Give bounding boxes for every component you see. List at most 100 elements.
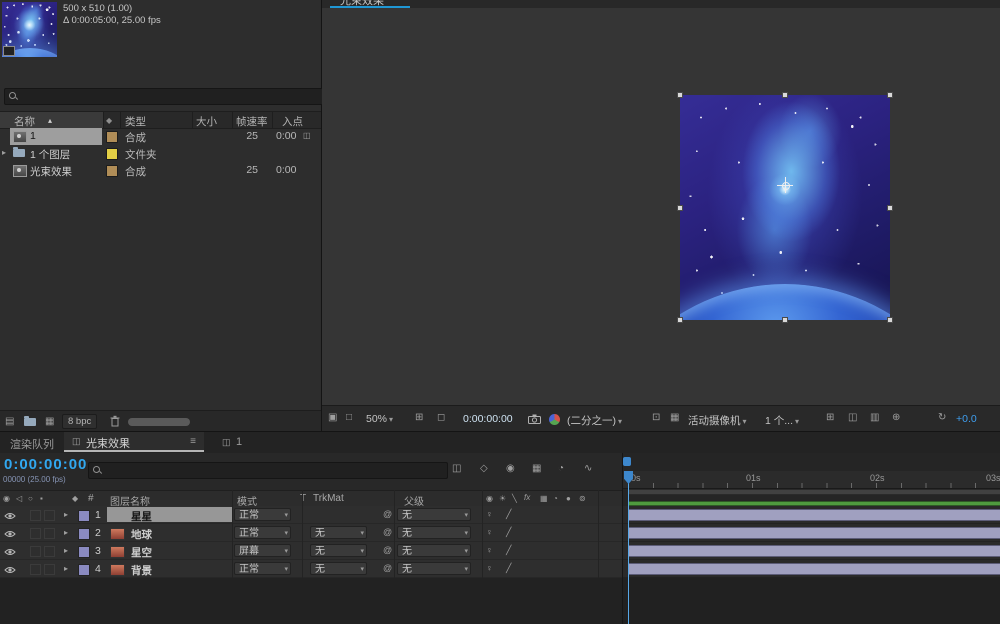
layer-label-color[interactable] — [78, 546, 90, 558]
expander-icon[interactable]: ▸ — [64, 565, 68, 573]
handle-middle-left[interactable] — [677, 205, 683, 211]
audio-toggle[interactable] — [30, 546, 41, 557]
quality-switch-icon[interactable]: ╱ — [506, 546, 511, 555]
quality-switch-icon[interactable]: ╱ — [506, 528, 511, 537]
trkmat-dropdown[interactable]: 无▾ — [310, 562, 367, 575]
layer-row[interactable]: ▸ 3 星空 屏幕▾ 无▾ @ 无▾ ♀ ╱ — [0, 542, 622, 560]
trkmat-dropdown[interactable]: 无▾ — [310, 526, 367, 539]
snapshot-camera-icon[interactable] — [528, 414, 541, 427]
column-in[interactable]: 入点 — [282, 114, 303, 129]
handle-top-left[interactable] — [677, 92, 683, 98]
mask-visibility-icon[interactable]: ◻ — [437, 413, 445, 423]
pick-whip-icon[interactable]: ♀ — [486, 564, 493, 573]
expander-icon[interactable]: ▸ — [64, 511, 68, 519]
blend-mode-dropdown[interactable]: 正常▾ — [234, 508, 291, 521]
mini-flowchart-icon[interactable]: ◫ — [452, 464, 461, 474]
expander-icon[interactable]: ▸ — [64, 529, 68, 537]
project-row[interactable]: 光束效果 合成 25 0:00 — [0, 162, 321, 179]
sort-asc-icon[interactable]: ▴ — [48, 116, 52, 125]
project-scrollbar[interactable] — [128, 418, 190, 426]
blend-mode-dropdown[interactable]: 屏幕▾ — [234, 544, 291, 557]
bit-depth-button[interactable]: 8 bpc — [62, 414, 97, 429]
parent-dropdown[interactable]: 无▾ — [397, 508, 471, 521]
expander-icon[interactable]: ▸ — [2, 149, 6, 157]
label-color-swatch[interactable] — [106, 148, 118, 160]
eye-icon[interactable] — [4, 529, 16, 541]
project-search[interactable] — [4, 88, 325, 105]
column-type[interactable]: 类型 — [125, 114, 146, 129]
column-size[interactable]: 大小 — [196, 114, 217, 129]
resolution-dropdown[interactable]: (二分之一)▾ — [567, 413, 622, 428]
eye-icon[interactable] — [4, 511, 16, 523]
project-row[interactable]: 1 合成 25 0:00 ◫ — [0, 128, 321, 145]
parent-dropdown[interactable]: 无▾ — [397, 526, 471, 539]
pick-whip-icon[interactable]: ♀ — [486, 510, 493, 519]
tab-composition-2[interactable]: 1 — [236, 436, 242, 448]
composition-image[interactable] — [680, 95, 890, 320]
grid-guides-icon[interactable]: ⊞ — [415, 413, 423, 423]
layer-label-color[interactable] — [78, 528, 90, 540]
quality-switch-icon[interactable]: ╱ — [506, 510, 511, 519]
pick-whip-icon[interactable]: ♀ — [486, 546, 493, 555]
layer-duration-bar[interactable] — [628, 527, 1000, 539]
region-of-interest-icon[interactable]: ⊡ — [652, 413, 660, 423]
audio-toggle[interactable] — [30, 510, 41, 521]
solo-toggle[interactable] — [44, 528, 55, 539]
handle-bottom-left[interactable] — [677, 317, 683, 323]
label-color-swatch[interactable] — [106, 131, 118, 143]
timeline-search[interactable] — [88, 462, 448, 479]
draft-3d-icon[interactable]: ◇ — [480, 464, 488, 474]
tab-render-queue[interactable]: 渲染队列 — [10, 436, 54, 452]
frame-blend-icon[interactable]: ▦ — [532, 464, 541, 474]
preview-timecode[interactable]: 0:00:00:00 — [463, 413, 513, 425]
column-trkmat[interactable]: TrkMat — [313, 493, 344, 504]
parent-dropdown[interactable]: 无▾ — [397, 544, 471, 557]
main-view-icon[interactable]: □ — [346, 413, 352, 423]
trkmat-dropdown[interactable]: 无▾ — [310, 544, 367, 557]
label-color-swatch[interactable] — [106, 165, 118, 177]
handle-top-center[interactable] — [782, 92, 788, 98]
timeline-button-icon[interactable]: ▥ — [870, 413, 879, 423]
layer-duration-bar[interactable] — [628, 509, 1000, 521]
label-column-icon[interactable]: ◆ — [106, 116, 112, 125]
parent-pick-whip-icon[interactable]: @ — [383, 528, 392, 537]
audio-toggle[interactable] — [30, 528, 41, 539]
fast-preview-icon[interactable]: ◫ — [848, 413, 857, 423]
handle-bottom-center[interactable] — [782, 317, 788, 323]
trash-icon[interactable] — [110, 415, 120, 430]
parent-dropdown[interactable]: 无▾ — [397, 562, 471, 575]
flowchart-button-icon[interactable]: ⊕ — [892, 413, 900, 423]
timeline-track-area[interactable]: 0s 01s 02s 03s — [622, 453, 1000, 624]
blend-mode-dropdown[interactable]: 正常▾ — [234, 562, 291, 575]
handle-middle-right[interactable] — [887, 205, 893, 211]
column-name[interactable]: 名称 — [14, 114, 35, 129]
magnification-dropdown[interactable]: 50%▾ — [366, 413, 393, 425]
graph-editor-icon[interactable]: ∿ — [584, 464, 592, 474]
current-timecode[interactable]: 0:00:00:00 — [4, 456, 87, 473]
pick-whip-icon[interactable]: ♀ — [486, 528, 493, 537]
audio-toggle[interactable] — [30, 564, 41, 575]
composition-image-selection[interactable] — [680, 95, 890, 320]
interpret-footage-icon[interactable]: ▤ — [5, 417, 14, 427]
time-ruler[interactable]: 0s 01s 02s 03s — [623, 471, 1000, 489]
playhead-line[interactable] — [628, 471, 629, 624]
column-number[interactable]: # — [88, 493, 94, 504]
parent-pick-whip-icon[interactable]: @ — [383, 510, 392, 519]
layer-row[interactable]: ▸ 4 背景 正常▾ 无▾ @ 无▾ ♀ ╱ — [0, 560, 622, 578]
tab-composition-active[interactable]: ◫ 光束效果 ≡ — [64, 432, 204, 452]
handle-top-right[interactable] — [887, 92, 893, 98]
blend-mode-dropdown[interactable]: 正常▾ — [234, 526, 291, 539]
parent-pick-whip-icon[interactable]: @ — [383, 546, 392, 555]
exposure-value[interactable]: +0.0 — [956, 413, 977, 425]
reset-exposure-icon[interactable]: ↻ — [938, 413, 946, 423]
motion-blur-icon[interactable]: ◔ — [558, 464, 564, 474]
timeline-search-input[interactable] — [107, 465, 443, 477]
layer-row[interactable]: ▸ 1 星星 正常▾ @ 无▾ ♀ ╱ — [0, 506, 622, 524]
work-area-duration-bar[interactable] — [628, 501, 1000, 506]
view-layout-dropdown[interactable]: 1 个...▾ — [765, 413, 799, 428]
solo-toggle[interactable] — [44, 510, 55, 521]
quality-switch-icon[interactable]: ╱ — [506, 564, 511, 573]
layer-duration-bar[interactable] — [628, 545, 1000, 557]
solo-toggle[interactable] — [44, 564, 55, 575]
pixel-aspect-icon[interactable]: ⊞ — [826, 413, 834, 423]
